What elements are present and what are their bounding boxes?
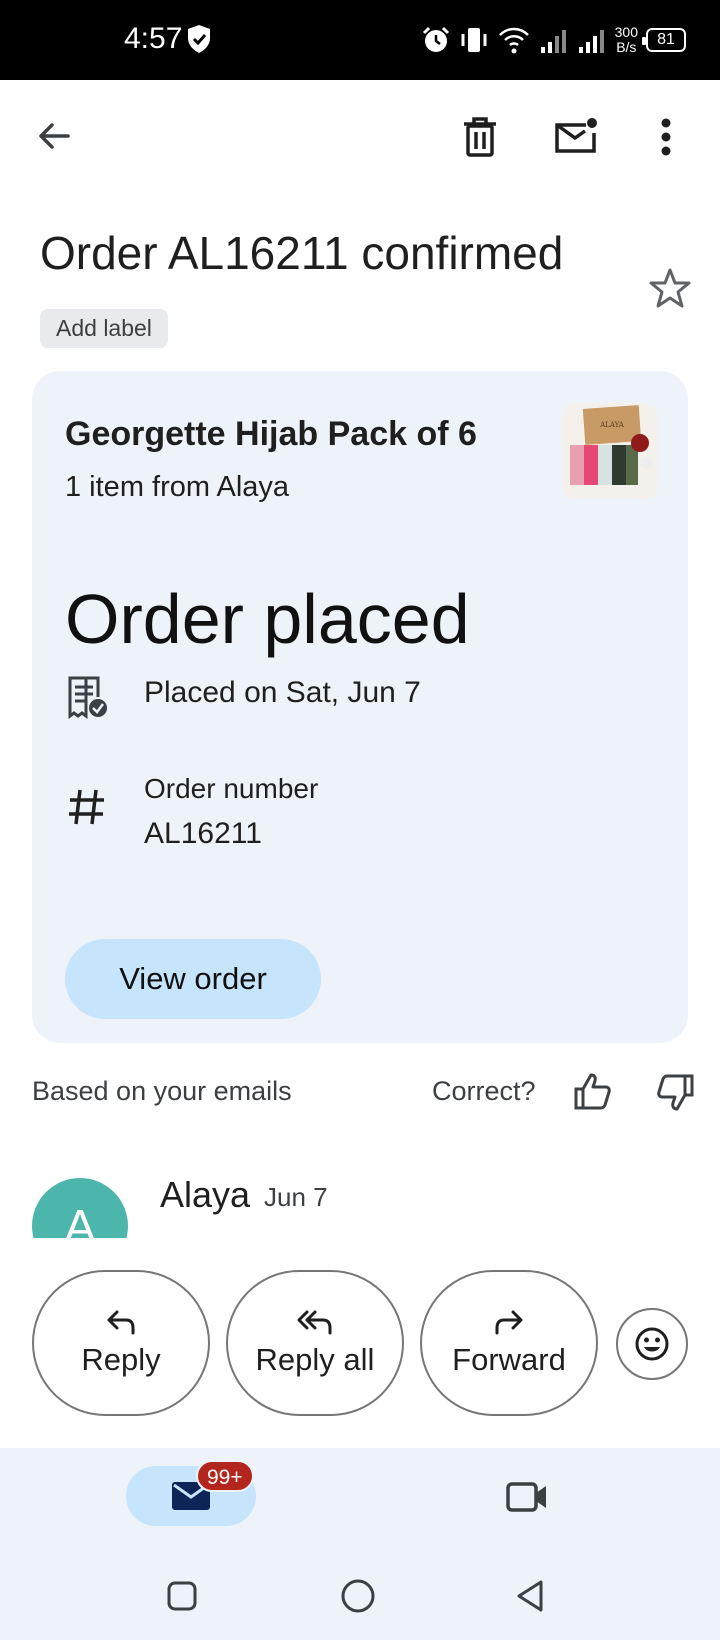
reply-label: Reply bbox=[81, 1342, 161, 1377]
nav-meet-tab[interactable] bbox=[504, 1476, 552, 1516]
thumbs-up-icon bbox=[574, 1073, 611, 1110]
forward-label: Forward bbox=[452, 1342, 566, 1377]
mark-unread-button[interactable] bbox=[552, 114, 600, 160]
reply-button[interactable]: Reply bbox=[32, 1270, 210, 1416]
trash-icon bbox=[464, 117, 496, 157]
order-summary-card: Georgette Hijab Pack of 6 1 item from Al… bbox=[32, 371, 688, 1043]
thumbs-down-icon bbox=[657, 1074, 694, 1111]
reply-all-button[interactable]: Reply all bbox=[226, 1270, 404, 1416]
battery-indicator: 81 bbox=[642, 28, 686, 52]
star-outline-icon bbox=[649, 268, 691, 308]
net-speed-unit: B/s bbox=[616, 39, 637, 55]
vibrate-icon bbox=[461, 28, 487, 52]
arrow-left-icon bbox=[39, 123, 70, 149]
net-speed-value: 300 bbox=[614, 24, 638, 40]
smiley-icon bbox=[635, 1327, 669, 1361]
thumbs-down-button[interactable] bbox=[656, 1072, 696, 1112]
correct-question: Correct? bbox=[432, 1076, 536, 1106]
net-speed: 300 B/s bbox=[615, 25, 638, 55]
more-options-button[interactable] bbox=[648, 112, 684, 162]
reply-actions-bar: Reply Reply all Forward bbox=[0, 1270, 720, 1416]
reply-icon bbox=[107, 1310, 135, 1335]
back-button[interactable] bbox=[30, 112, 78, 160]
status-icons: 300 B/s 81 bbox=[421, 20, 686, 60]
recent-apps-icon[interactable] bbox=[166, 1580, 198, 1612]
more-vert-icon bbox=[661, 118, 671, 156]
signal-icon-2 bbox=[578, 30, 604, 53]
order-number-label: Order number bbox=[144, 773, 319, 804]
battery-level: 81 bbox=[657, 31, 675, 48]
hijab-pack-image: ALAYA bbox=[562, 403, 658, 499]
status-time: 4:57 bbox=[124, 22, 183, 55]
smart-card-feedback: Based on your emails Correct? bbox=[32, 1072, 694, 1122]
hash-icon bbox=[69, 789, 104, 825]
signal-icon-1 bbox=[540, 30, 566, 53]
unread-count-badge: 99+ bbox=[196, 1460, 254, 1492]
wifi-icon bbox=[498, 27, 529, 54]
view-order-button[interactable]: View order bbox=[65, 939, 321, 1019]
order-number: AL16211 bbox=[144, 817, 262, 850]
home-icon[interactable] bbox=[340, 1578, 376, 1614]
back-nav-icon[interactable] bbox=[514, 1578, 546, 1614]
product-title: Georgette Hijab Pack of 6 bbox=[65, 415, 477, 453]
add-label-chip[interactable]: Add label bbox=[40, 309, 168, 348]
email-subject: Order AL16211 confirmed bbox=[40, 227, 564, 279]
system-navigation-bar bbox=[0, 1560, 720, 1630]
sender-name: Alaya bbox=[160, 1174, 251, 1215]
placed-on-date: Placed on Sat, Jun 7 bbox=[144, 676, 421, 709]
product-subtitle: 1 item from Alaya bbox=[65, 471, 290, 503]
forward-icon bbox=[495, 1310, 523, 1335]
message-date: Jun 7 bbox=[264, 1182, 328, 1212]
delete-button[interactable] bbox=[456, 112, 504, 162]
receipt-check-icon bbox=[68, 676, 107, 719]
bottom-navigation: 99+ bbox=[0, 1448, 720, 1640]
video-camera-icon bbox=[506, 1482, 546, 1512]
forward-button[interactable]: Forward bbox=[420, 1270, 598, 1416]
email-toolbar bbox=[0, 80, 720, 208]
star-button[interactable] bbox=[648, 266, 692, 310]
emoji-reaction-button[interactable] bbox=[616, 1308, 688, 1380]
reply-all-label: Reply all bbox=[255, 1342, 375, 1377]
reply-all-icon bbox=[297, 1310, 332, 1335]
thumbnail-brand-text: ALAYA bbox=[599, 421, 625, 429]
order-status: Order placed bbox=[65, 580, 470, 658]
mail-unread-icon bbox=[555, 118, 597, 153]
message-header[interactable]: A Alaya Jun 7 bbox=[0, 1160, 720, 1238]
sender-avatar[interactable]: A bbox=[32, 1178, 128, 1238]
based-on-emails-text: Based on your emails bbox=[32, 1076, 292, 1106]
alarm-icon bbox=[422, 26, 449, 52]
status-bar: 4:57 300 B/s 81 bbox=[0, 0, 720, 80]
thumbs-up-button[interactable] bbox=[572, 1072, 612, 1112]
shield-check-icon bbox=[188, 25, 210, 53]
product-thumbnail[interactable]: ALAYA bbox=[562, 403, 658, 499]
